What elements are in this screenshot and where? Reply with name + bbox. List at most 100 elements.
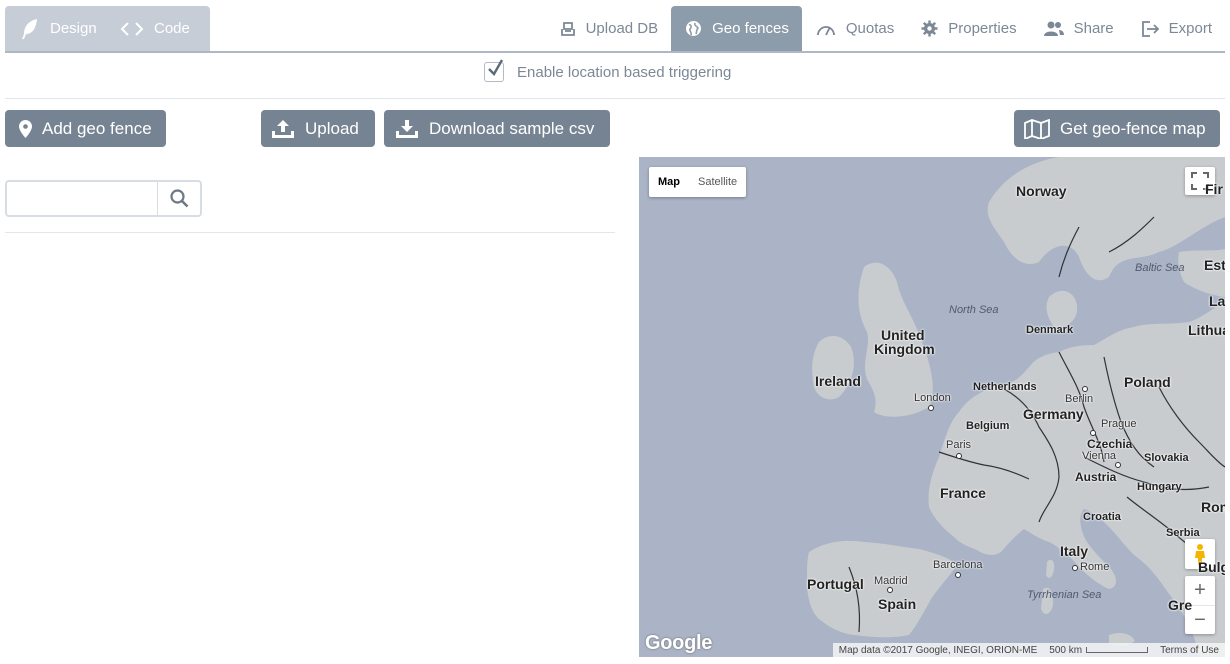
main-tabs: Upload DB Geo fences Quotas Properties S… [546,6,1225,51]
map-attribution: Map data ©2017 Google, INEGI, ORION-ME 5… [832,643,1225,657]
add-geo-fence-label: Add geo fence [42,118,152,138]
map-city-marker [1082,386,1088,392]
tab-properties[interactable]: Properties [907,6,1029,51]
map-label-gre: Gre [1168,597,1193,613]
map-label-slovakia: Slovakia [1144,452,1189,464]
enable-location-label: Enable location based triggering [517,63,732,81]
location-trigger-row: Enable location based triggering [484,59,732,82]
map-label-austria: Austria [1075,470,1117,484]
map-label-denmark: Denmark [1026,324,1074,336]
gear-icon [921,20,938,37]
design-mode-label: Design [50,20,97,37]
download-sample-csv-label: Download sample csv [429,118,595,138]
tab-geo-fences-label: Geo fences [712,20,789,37]
upload-label: Upload [305,118,359,138]
mode-switch: Design Code [5,6,210,51]
map-label-hungary: Hungary [1137,481,1182,493]
upload-button[interactable]: Upload [261,110,375,147]
search-input[interactable] [7,182,157,215]
tab-properties-label: Properties [948,20,1017,37]
map-data-text: Map data ©2017 Google, INEGI, ORION-ME [838,644,1038,656]
search-icon [169,189,188,208]
globe-icon [686,21,702,36]
tab-share[interactable]: Share [1030,6,1127,51]
map-city-marker [928,405,934,411]
map-label-lithuania: Lithuani [1188,322,1225,338]
map-label-north-sea: North Sea [949,304,999,316]
map-label-spain: Spain [878,596,917,612]
export-icon [1141,20,1159,37]
gauge-icon [816,25,835,35]
map-label-belgium: Belgium [966,420,1010,432]
list-divider [5,232,615,233]
upload-icon [272,119,294,138]
map-label-berlin: Berlin [1065,393,1094,405]
terms-of-use-link[interactable]: Terms of Use [1154,645,1225,656]
code-mode-label: Code [154,20,190,37]
map-label-baltic-sea: Baltic Sea [1135,262,1185,274]
code-icon [120,21,144,36]
map-label-london: London [914,392,951,404]
design-mode-button[interactable]: Design [5,6,110,51]
map-label-tyrrhenian-sea: Tyrrhenian Sea [1027,589,1102,601]
map-label-portugal: Portugal [807,576,864,592]
map-label-madrid: Madrid [874,575,908,587]
map-city-marker [1090,430,1096,436]
map-label-norway: Norway [1016,183,1067,199]
map-label-la: La [1209,293,1225,309]
map-label-uk-2: Kingdom [874,341,935,357]
map-label-ireland: Ireland [815,373,861,389]
map-city-marker [956,453,962,459]
code-mode-button[interactable]: Code [110,6,190,51]
search-button[interactable] [157,182,200,215]
map-label-roma: Roma [1201,499,1225,515]
add-geo-fence-button[interactable]: Add geo fence [5,110,166,147]
map-label-croatia: Croatia [1083,511,1121,523]
tab-upload-db-label: Upload DB [585,20,659,37]
map-icon [1024,118,1050,139]
map-city-marker [1115,462,1121,468]
tab-upload-db[interactable]: Upload DB [546,6,672,51]
map-label-germany: Germany [1023,406,1084,422]
map-label-poland: Poland [1124,374,1171,390]
tab-geo-fences[interactable]: Geo fences [671,6,802,51]
map-city-marker [1072,565,1078,571]
top-bar: Design Code Upload DB Geo fences Quotas … [5,6,1225,53]
tab-quotas[interactable]: Quotas [802,6,907,51]
map-label-rome: Rome [1080,561,1110,573]
map-label-barcelona: Barcelona [933,559,983,571]
tab-quotas-label: Quotas [845,20,895,37]
map-type-map-button[interactable]: Map [649,167,689,197]
map-label-italy: Italy [1060,543,1089,559]
google-logo: Google [645,632,713,654]
map-label-czechia: Czechia [1087,437,1133,451]
map-label-paris: Paris [946,439,972,451]
checkmark-icon [488,59,504,76]
tab-export[interactable]: Export [1127,6,1225,51]
database-icon [560,21,575,36]
map-label-bulg: Bulg [1198,559,1225,575]
map-label-netherlands: Netherlands [973,381,1037,393]
get-geo-fence-map-button[interactable]: Get geo-fence map [1014,110,1220,147]
download-sample-csv-button[interactable]: Download sample csv [384,110,610,147]
map-type-control: Map Satellite [649,167,747,197]
tab-export-label: Export [1168,20,1212,37]
geo-fence-map[interactable]: Map Satellite + − Google Map data ©2017 … [639,157,1225,657]
map-city-marker [955,572,961,578]
map-label-fir: Fir [1205,181,1223,197]
map-label-vienna: Vienna [1082,450,1117,462]
map-type-satellite-button[interactable]: Satellite [689,167,746,197]
download-icon [396,119,418,138]
map-scale-text: 500 km [1049,644,1083,656]
map-label-prague: Prague [1101,418,1137,430]
map-label-est: Est [1204,257,1225,273]
feather-icon [22,18,37,39]
scale-bar [1086,646,1149,653]
map-city-marker [887,587,893,593]
map-scale: 500 km [1043,645,1154,656]
get-geo-fence-map-label: Get geo-fence map [1060,118,1206,138]
tab-share-label: Share [1073,20,1114,37]
enable-location-checkbox[interactable] [484,59,504,82]
users-icon [1043,21,1064,36]
map-pin-icon [19,119,32,138]
